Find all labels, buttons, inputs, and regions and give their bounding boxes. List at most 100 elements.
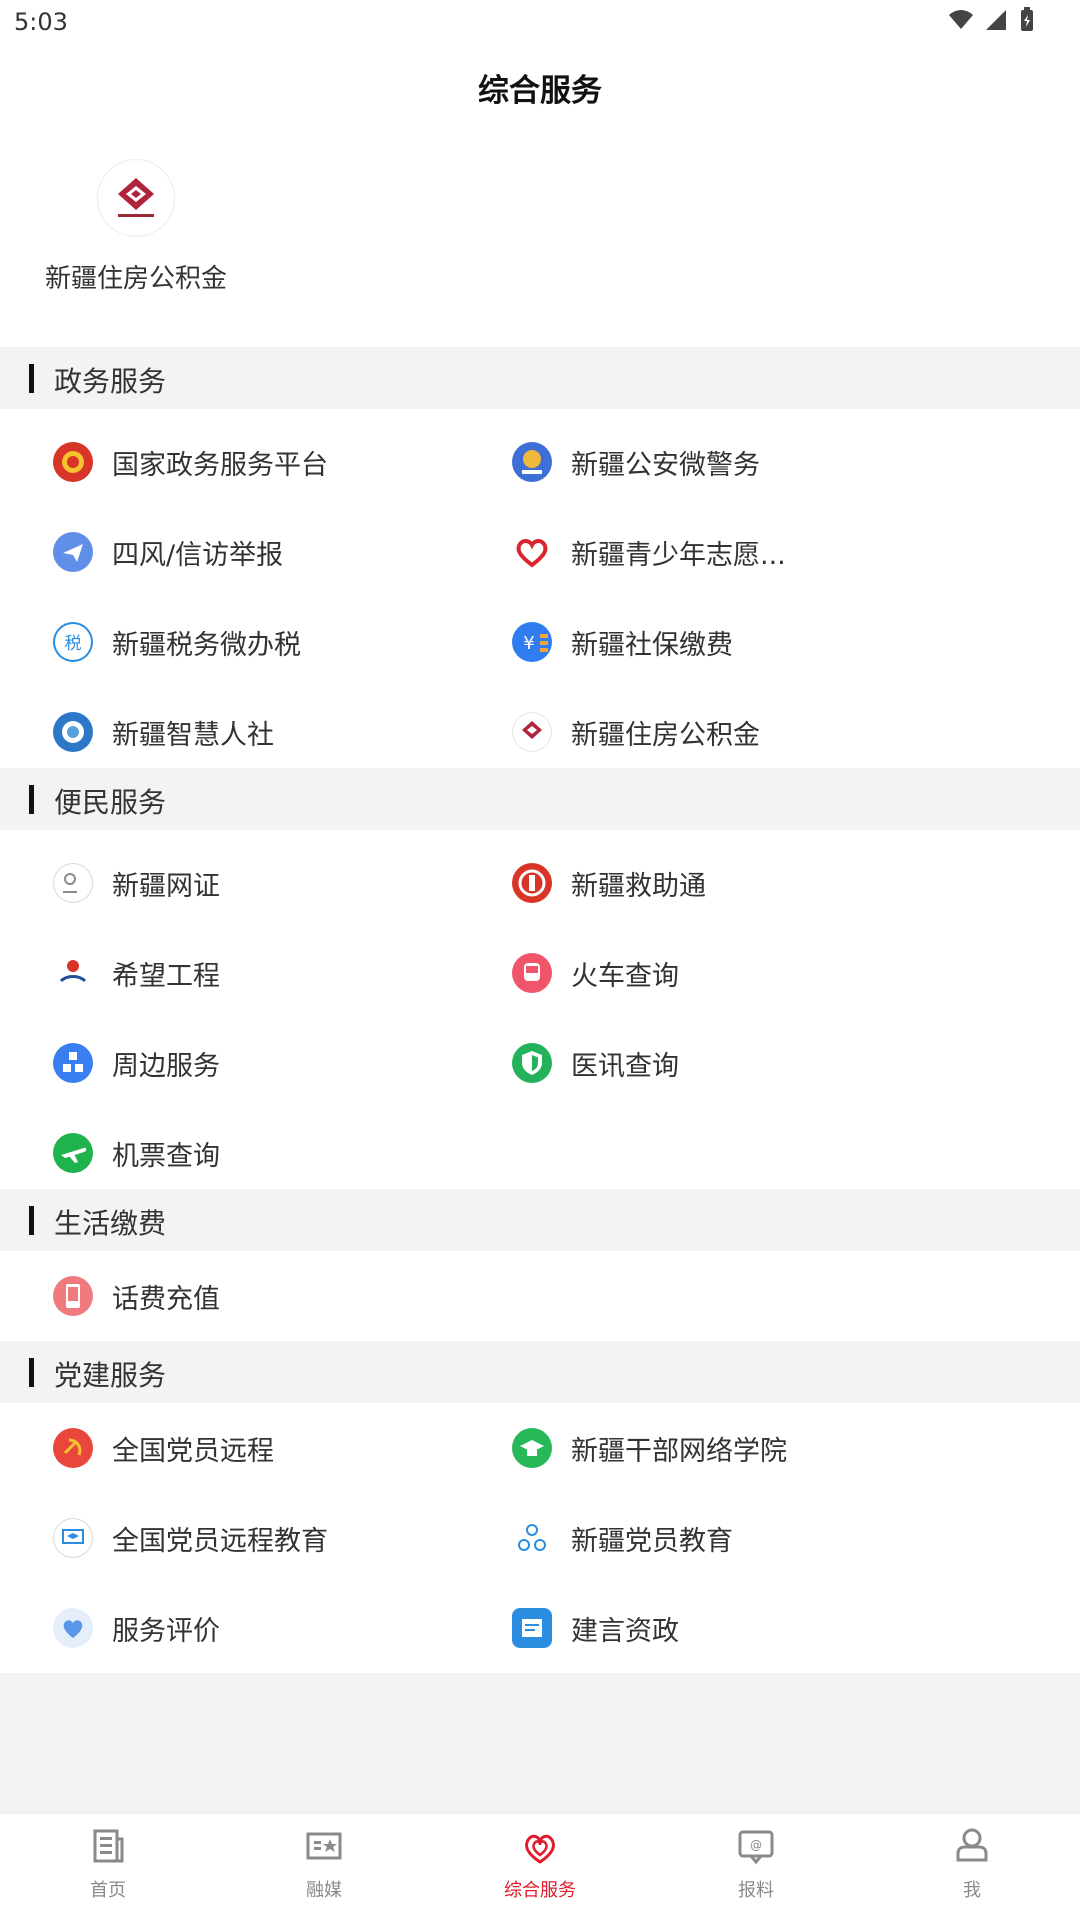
status-icons xyxy=(948,7,1036,37)
nav-item-services[interactable]: 综合服务 xyxy=(432,1814,648,1921)
national-emblem-icon xyxy=(53,442,93,482)
nav-label: 报料 xyxy=(738,1880,774,1901)
service-youth-volunteer[interactable]: 新疆青少年志愿... xyxy=(512,507,1012,597)
party-emblem-icon xyxy=(53,1428,93,1468)
double-heart-icon xyxy=(525,1834,555,1864)
service-label: 全国党员远程 xyxy=(112,1435,274,1467)
service-label: 服务评价 xyxy=(112,1615,220,1647)
page: 5:03 综合服务 新疆住房公积金 政务服务 国家政务服务平台 新疆公安微警务 … xyxy=(0,0,1080,1921)
service-phone-recharge[interactable]: 话费充值 xyxy=(0,1251,500,1341)
phone-icon xyxy=(53,1276,93,1316)
section-body: 国家政务服务平台 新疆公安微警务 四风/信访举报 新疆青少年志愿... 税 新疆… xyxy=(0,409,1080,768)
service-online-id[interactable]: 新疆网证 xyxy=(0,838,500,928)
section-bar xyxy=(29,364,34,393)
members-network-icon xyxy=(512,1518,552,1558)
featured-item-housing-fund[interactable]: 新疆住房公积金 xyxy=(36,160,236,310)
section-title: 政务服务 xyxy=(54,365,167,398)
service-party-remote-education[interactable]: 全国党员远程教育 xyxy=(0,1493,500,1583)
section-living-payments: 生活缴费 话费充值 xyxy=(0,1189,1080,1341)
service-label: 国家政务服务平台 xyxy=(112,449,328,481)
police-badge-icon xyxy=(512,442,552,482)
nav-item-report[interactable]: @ 报料 xyxy=(648,1814,864,1921)
service-label: 四风/信访举报 xyxy=(112,539,284,571)
service-xinjiang-police[interactable]: 新疆公安微警务 xyxy=(512,417,1012,507)
section-title: 便民服务 xyxy=(54,786,167,819)
section-header: 政务服务 xyxy=(0,347,1080,409)
service-housing-fund[interactable]: 新疆住房公积金 xyxy=(512,687,1012,777)
nav-label: 综合服务 xyxy=(504,1880,576,1901)
service-flight-query[interactable]: 机票查询 xyxy=(0,1108,500,1198)
service-label: 医讯查询 xyxy=(571,1050,679,1082)
education-screen-icon xyxy=(53,1518,93,1558)
section-header: 生活缴费 xyxy=(0,1189,1080,1251)
service-tax[interactable]: 税 新疆税务微办税 xyxy=(0,597,500,687)
nav-label: 首页 xyxy=(90,1880,126,1901)
nav-item-home[interactable]: 首页 xyxy=(0,1814,216,1921)
section-convenience-services: 便民服务 新疆网证 新疆救助通 希望工程 火车查询 周边服务 医讯查询 机票查询 xyxy=(0,768,1080,1189)
user-icon xyxy=(956,1828,988,1862)
service-label: 全国党员远程教育 xyxy=(112,1525,328,1557)
service-label: 新疆救助通 xyxy=(571,870,706,902)
service-label: 新疆干部网络学院 xyxy=(571,1435,787,1467)
featured-label: 新疆住房公积金 xyxy=(44,264,227,294)
online-id-icon xyxy=(53,863,93,903)
page-title: 综合服务 xyxy=(478,73,602,109)
svg-text:@: @ xyxy=(750,1838,762,1852)
service-party-member-education[interactable]: 新疆党员教育 xyxy=(512,1493,1012,1583)
service-four-styles-report[interactable]: 四风/信访举报 xyxy=(0,507,500,597)
section-header: 党建服务 xyxy=(0,1341,1080,1403)
service-party-remote[interactable]: 全国党员远程 xyxy=(0,1403,500,1493)
section-title: 党建服务 xyxy=(54,1359,167,1392)
service-label: 周边服务 xyxy=(112,1050,220,1082)
medical-shield-icon xyxy=(512,1043,552,1083)
status-time: 5:03 xyxy=(14,8,68,36)
service-evaluation[interactable]: 服务评价 xyxy=(0,1583,500,1673)
bottom-nav: 首页 融媒 综合服务 @ 报料 我 xyxy=(0,1813,1080,1921)
service-suggestions[interactable]: 建言资政 xyxy=(512,1583,1012,1673)
service-medical-query[interactable]: 医讯查询 xyxy=(512,1018,1012,1108)
battery-icon xyxy=(1018,7,1036,37)
service-train-query[interactable]: 火车查询 xyxy=(512,928,1012,1018)
train-icon xyxy=(512,953,552,993)
service-label: 新疆社保缴费 xyxy=(571,629,733,661)
section-party-building: 党建服务 全国党员远程 新疆干部网络学院 全国党员远程教育 新疆党员教育 服务评… xyxy=(0,1341,1080,1673)
service-national-gov-platform[interactable]: 国家政务服务平台 xyxy=(0,417,500,507)
service-label: 话费充值 xyxy=(112,1283,220,1315)
section-bar xyxy=(29,1358,34,1387)
section-header: 便民服务 xyxy=(0,768,1080,830)
section-bar xyxy=(29,785,34,814)
svg-text:税: 税 xyxy=(65,634,82,654)
evaluation-heart-icon xyxy=(53,1608,93,1648)
housing-fund-logo-icon xyxy=(98,160,174,236)
svg-text:¥: ¥ xyxy=(523,633,534,654)
section-body: 新疆网证 新疆救助通 希望工程 火车查询 周边服务 医讯查询 机票查询 xyxy=(0,830,1080,1189)
service-cadre-academy[interactable]: 新疆干部网络学院 xyxy=(512,1403,1012,1493)
service-label: 新疆住房公积金 xyxy=(571,719,760,751)
nav-item-me[interactable]: 我 xyxy=(864,1814,1080,1921)
airplane-icon xyxy=(53,1133,93,1173)
section-bar xyxy=(29,1206,34,1235)
service-smart-hr[interactable]: 新疆智慧人社 xyxy=(0,687,500,777)
nearby-icon xyxy=(53,1043,93,1083)
tax-icon: 税 xyxy=(53,622,93,662)
service-label: 火车查询 xyxy=(571,960,679,992)
service-label: 希望工程 xyxy=(112,960,220,992)
service-nearby[interactable]: 周边服务 xyxy=(0,1018,500,1108)
volunteer-heart-icon xyxy=(512,532,552,572)
suggestion-doc-icon xyxy=(512,1608,552,1648)
report-chat-icon: @ xyxy=(738,1830,774,1865)
section-body: 话费充值 xyxy=(0,1251,1080,1341)
nav-label: 我 xyxy=(963,1880,981,1901)
service-label: 新疆税务微办税 xyxy=(112,629,301,661)
housing-fund-icon xyxy=(512,712,552,752)
service-hope-project[interactable]: 希望工程 xyxy=(0,928,500,1018)
service-label: 新疆党员教育 xyxy=(571,1525,733,1557)
featured-services: 新疆住房公积金 xyxy=(0,145,1080,347)
section-government-services: 政务服务 国家政务服务平台 新疆公安微警务 四风/信访举报 新疆青少年志愿...… xyxy=(0,347,1080,768)
service-social-security-payment[interactable]: ¥ 新疆社保缴费 xyxy=(512,597,1012,687)
service-relief[interactable]: 新疆救助通 xyxy=(512,838,1012,928)
nav-item-media[interactable]: 融媒 xyxy=(216,1814,432,1921)
nav-label: 融媒 xyxy=(306,1880,342,1901)
service-label: 建言资政 xyxy=(571,1615,679,1647)
service-label: 新疆智慧人社 xyxy=(112,719,274,751)
